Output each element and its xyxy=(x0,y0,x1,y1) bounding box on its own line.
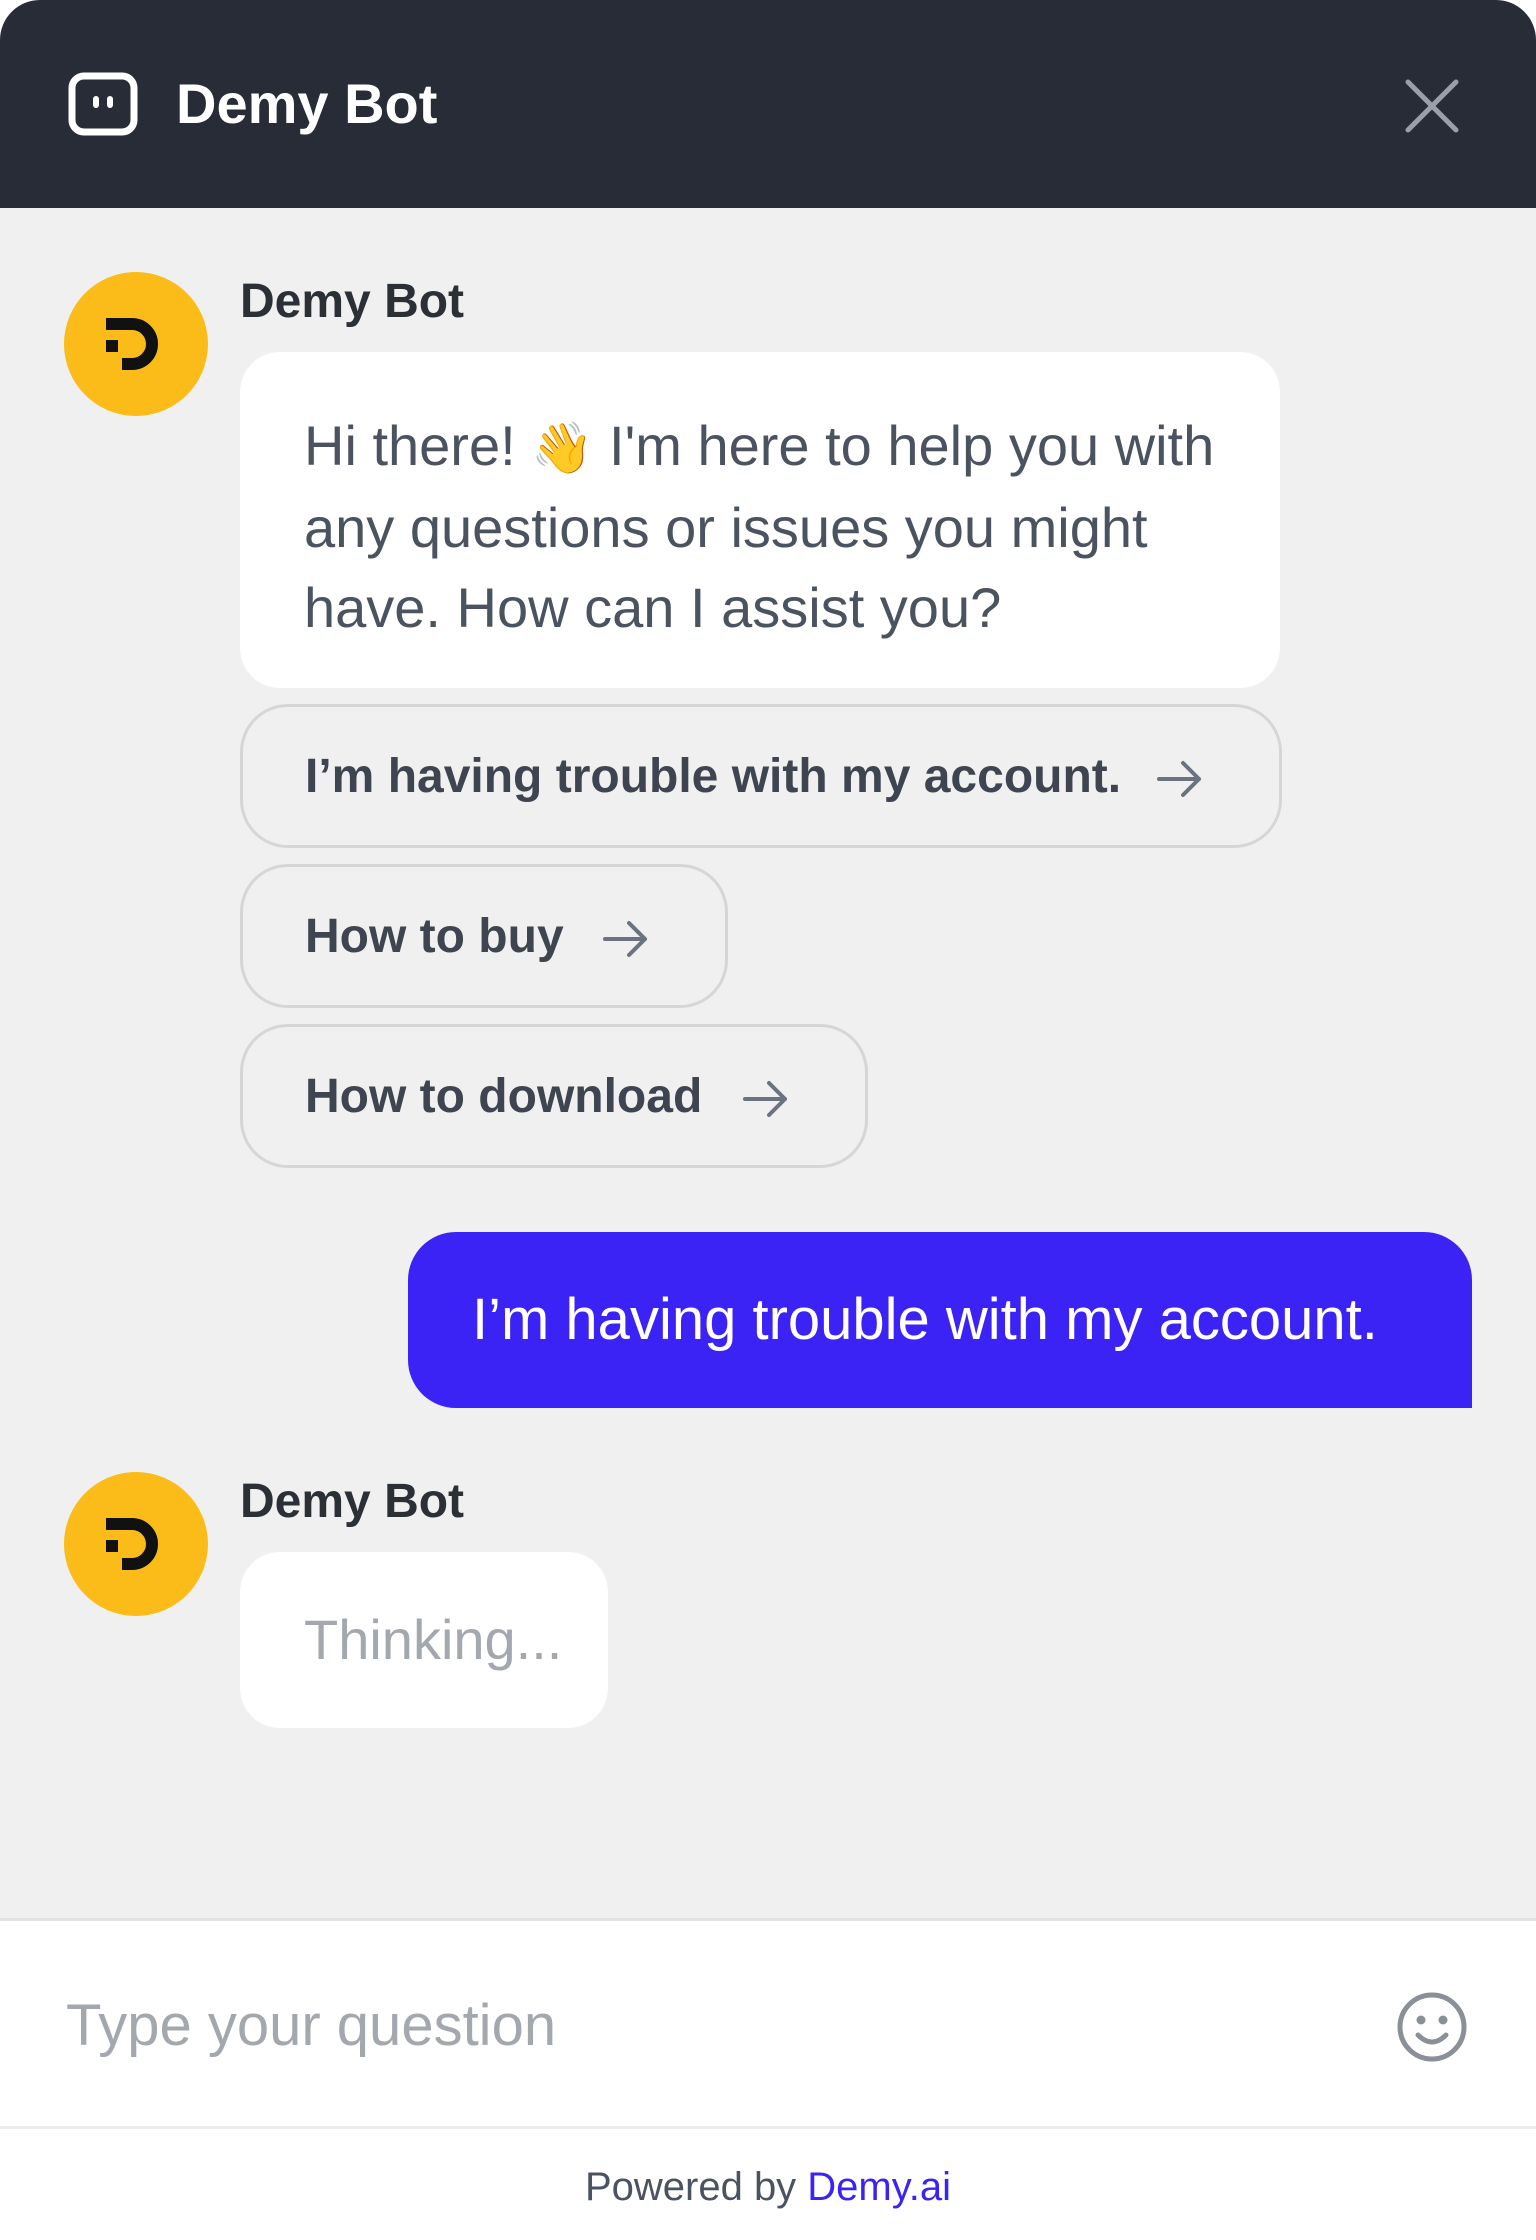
bot-avatar xyxy=(64,1472,208,1616)
demy-link[interactable]: Demy.ai xyxy=(807,2165,951,2209)
arrow-right-icon xyxy=(1155,756,1205,811)
demy-logo-icon xyxy=(106,1518,158,1570)
chat-widget: Demy Bot Demy Bot Hi there! 👋 I'm here t… xyxy=(0,0,1536,2240)
message-input-area xyxy=(0,1918,1536,2126)
option-how-to-buy[interactable]: How to buy xyxy=(240,864,728,1008)
bot-sender-name: Demy Bot xyxy=(240,1475,465,1528)
smiley-icon[interactable] xyxy=(1396,1991,1468,2063)
bot-sender-name: Demy Bot xyxy=(240,275,465,328)
waving-hand-emoji: 👋 xyxy=(531,420,594,476)
bot-message: Hi there! 👋 I'm here to help you with an… xyxy=(240,352,1280,688)
question-input[interactable] xyxy=(66,1977,1346,2073)
powered-by-footer: Powered by Demy.ai xyxy=(0,2126,1536,2240)
chat-title: Demy Bot xyxy=(176,72,438,135)
bot-message-text-start: Hi there! xyxy=(304,414,532,477)
close-icon[interactable] xyxy=(1400,74,1464,138)
option-how-to-download[interactable]: How to download xyxy=(240,1024,868,1168)
powered-by-text: Powered by xyxy=(584,2165,808,2209)
option-account-trouble[interactable]: I’m having trouble with my account. xyxy=(240,704,1282,848)
option-label: How to download xyxy=(305,1069,703,1123)
arrow-right-icon xyxy=(601,916,651,971)
user-message: I’m having trouble with my account. xyxy=(408,1232,1472,1408)
chat-header: Demy Bot xyxy=(0,0,1536,208)
thinking-indicator: Thinking... xyxy=(240,1552,608,1728)
option-label: How to buy xyxy=(305,909,564,963)
arrow-right-icon xyxy=(741,1076,791,1131)
demy-logo-icon xyxy=(106,318,158,370)
option-label: I’m having trouble with my account. xyxy=(305,749,1122,803)
bot-face-icon xyxy=(68,72,138,136)
bot-avatar xyxy=(64,272,208,416)
